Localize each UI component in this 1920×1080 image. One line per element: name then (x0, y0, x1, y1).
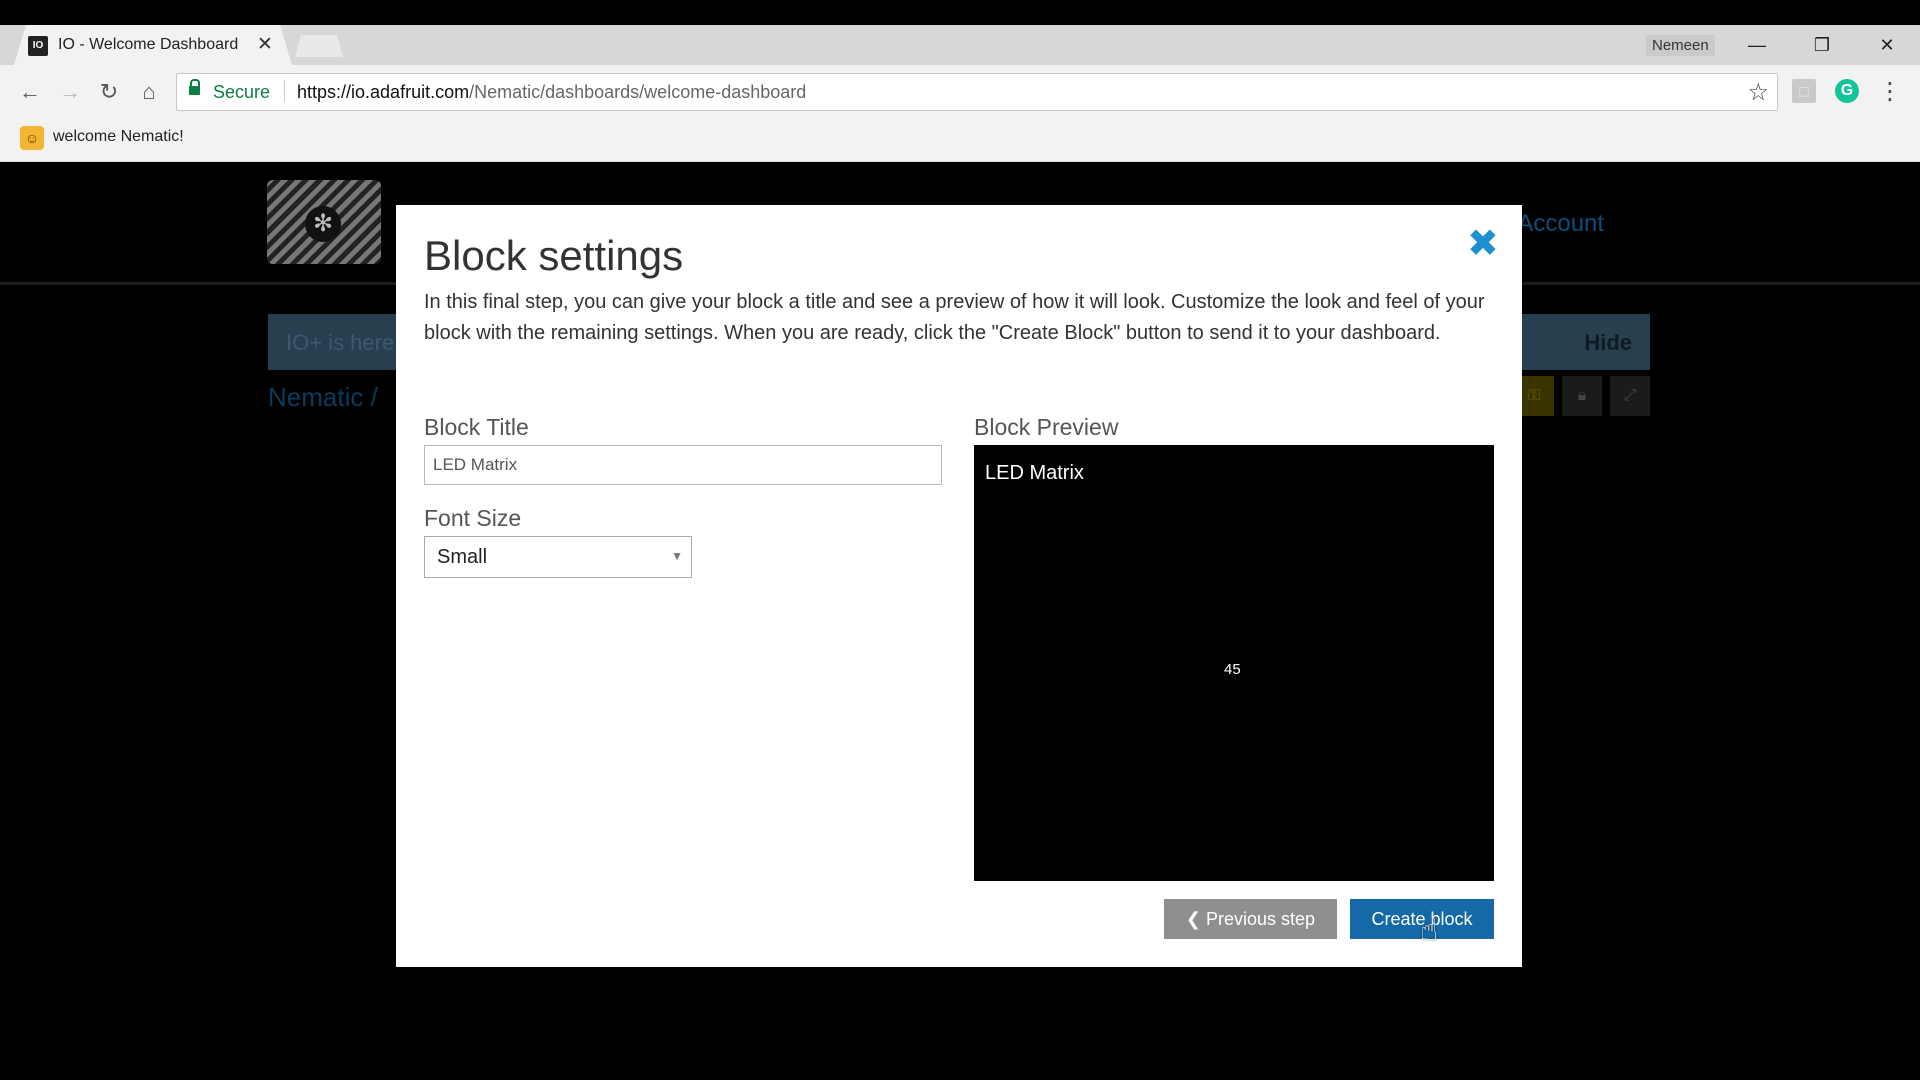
lock-dashboard-icon[interactable]: 🔒︎ (1562, 376, 1602, 416)
banner-text: IO+ is here (286, 330, 395, 355)
font-size-select[interactable]: Small ▼ (424, 536, 692, 578)
url-path: /Nematic/dashboards/welcome-dashboard (469, 82, 807, 102)
tab-title[interactable]: IO - Welcome Dashboard (58, 36, 238, 54)
tab-favicon-icon: IO (28, 36, 48, 56)
window-close-icon[interactable]: ✕ (1862, 31, 1912, 59)
modal-title: Block settings (424, 232, 684, 279)
chevron-down-icon: ▼ (671, 549, 683, 563)
bookmarks-bar: ☺ welcome Nematic! (0, 117, 1920, 162)
breadcrumb[interactable]: Nematic / (268, 382, 378, 413)
block-preview-label: Block Preview (974, 414, 1119, 440)
url-text[interactable]: https://io.adafruit.com/Nematic/dashboar… (297, 82, 806, 103)
font-size-value: Small (437, 546, 488, 568)
block-title-input[interactable] (424, 445, 942, 485)
block-settings-modal: Block settings ✖ In this final step, you… (396, 205, 1522, 967)
profile-name[interactable]: Nemeen (1646, 35, 1715, 56)
close-icon[interactable]: ✖ (1467, 225, 1499, 263)
browser-toolbar: ← → ↻ ⌂ Secure https://io.adafruit.com/N… (0, 65, 1920, 117)
modal-description: In this final step, you can give your bl… (424, 291, 1485, 344)
browser-titlebar: IO IO - Welcome Dashboard ✕ Nemeen — ❐ ✕ (0, 25, 1920, 65)
preview-value: 45 (1224, 661, 1241, 678)
back-icon[interactable]: ← (15, 77, 45, 107)
banner-hide-button[interactable]: Hide (1584, 330, 1632, 356)
tab-close-icon[interactable]: ✕ (257, 33, 273, 56)
screen-top-edge (0, 0, 1920, 25)
block-title-label: Block Title (424, 414, 529, 440)
home-icon[interactable]: ⌂ (134, 77, 164, 107)
minimize-icon[interactable]: — (1732, 31, 1782, 59)
block-preview: LED Matrix 45 (974, 445, 1494, 881)
new-tab-button[interactable] (295, 35, 343, 57)
fullscreen-icon[interactable]: ⤢ (1610, 376, 1650, 416)
address-bar[interactable]: Secure https://io.adafruit.com/Nematic/d… (176, 73, 1778, 111)
reload-icon[interactable]: ↻ (94, 77, 124, 107)
previous-step-button[interactable]: ❮ Previous step (1164, 899, 1337, 939)
bookmark-star-icon[interactable]: ☆ (1747, 78, 1769, 107)
font-size-label: Font Size (424, 505, 522, 531)
browser-menu-icon[interactable]: ⋮ (1878, 77, 1902, 106)
adafruit-star-icon: ✻ (305, 206, 341, 242)
lock-icon (189, 79, 200, 96)
pointer-hand-icon: ☝ (1420, 914, 1439, 947)
bookmark-item[interactable]: welcome Nematic! (53, 128, 184, 146)
omnibox-separator (284, 80, 285, 102)
pdf-extension-icon[interactable]: ⬚ (1792, 79, 1816, 103)
preview-block-title: LED Matrix (985, 462, 1084, 484)
grammarly-extension-icon[interactable]: G (1835, 79, 1859, 103)
bookmark-favicon-icon: ☺ (20, 126, 44, 150)
secure-label: Secure (213, 82, 271, 102)
restore-icon[interactable]: ❐ (1797, 31, 1847, 59)
forward-icon[interactable]: → (55, 77, 85, 107)
url-host: https://io.adafruit.com (297, 82, 470, 102)
